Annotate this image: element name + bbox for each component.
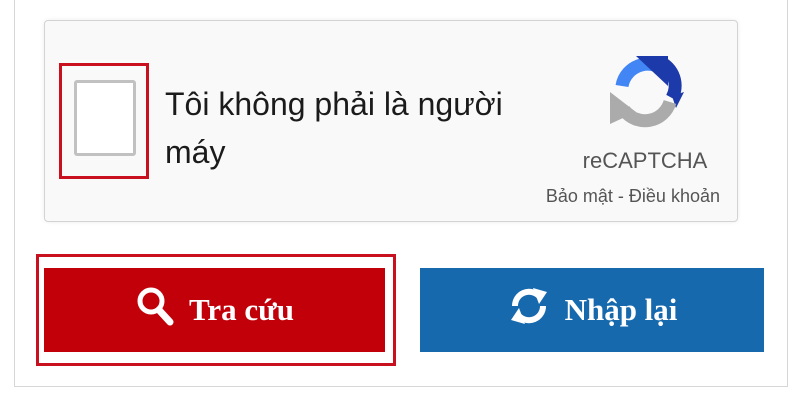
recaptcha-links: Bảo mật - Điều khoản xyxy=(520,186,720,207)
magnifier-icon xyxy=(135,285,175,335)
search-button[interactable]: Tra cứu xyxy=(44,268,385,352)
refresh-icon xyxy=(507,284,551,336)
not-robot-checkbox[interactable] xyxy=(74,80,136,156)
privacy-link[interactable]: Bảo mật xyxy=(546,186,613,206)
reset-button[interactable]: Nhập lại xyxy=(420,268,764,352)
recaptcha-logo-icon xyxy=(610,56,684,128)
terms-link[interactable]: Điều khoản xyxy=(629,186,720,206)
not-robot-label: Tôi không phải là người máy xyxy=(165,86,503,170)
reset-button-label: Nhập lại xyxy=(564,292,678,327)
search-button-label: Tra cứu xyxy=(189,292,294,327)
recaptcha-brand: reCAPTCHA xyxy=(582,148,708,173)
links-separator: - xyxy=(612,186,629,206)
